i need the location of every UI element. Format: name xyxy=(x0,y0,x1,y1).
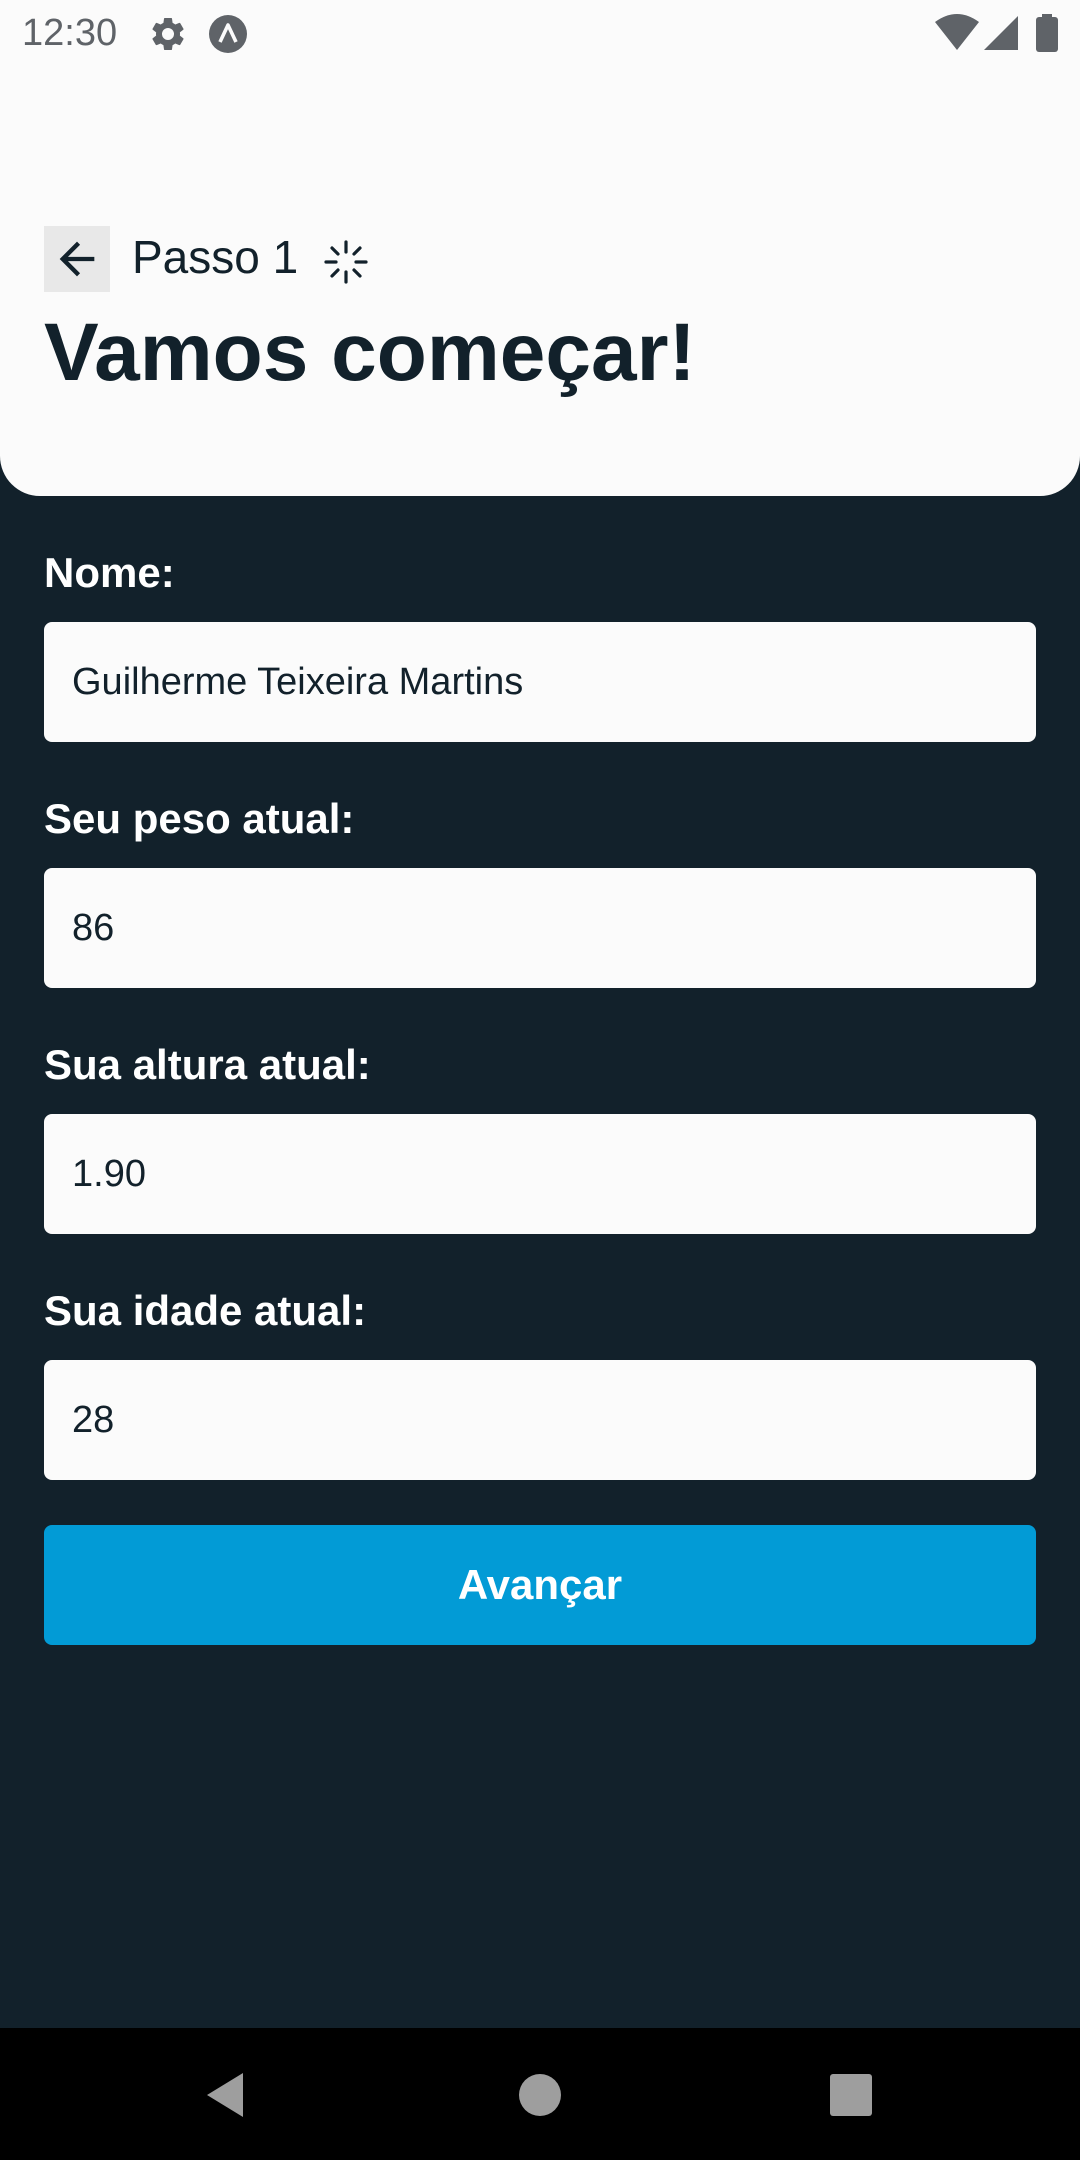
status-time: 12:30 xyxy=(22,12,118,54)
back-triangle-icon[interactable] xyxy=(190,2060,260,2130)
back-button[interactable] xyxy=(44,226,110,292)
age-field[interactable] xyxy=(44,1360,1036,1480)
status-bar: 12:30 xyxy=(0,0,1080,66)
weight-field[interactable] xyxy=(44,868,1036,988)
height-label: Sua altura atual: xyxy=(44,1041,371,1088)
name-field[interactable] xyxy=(44,622,1036,742)
navigation-bar xyxy=(0,2028,1080,2160)
app-screen: 12:30 Passo 1 Vamos começar! Nome: Guilh… xyxy=(0,0,1080,2160)
header-card: Passo 1 Vamos começar! xyxy=(0,66,1080,496)
battery-icon xyxy=(1036,14,1058,54)
page-title: Vamos começar! xyxy=(44,307,696,398)
height-field[interactable] xyxy=(44,1114,1036,1234)
age-label: Sua idade atual: xyxy=(44,1287,367,1334)
app-notification-icon xyxy=(208,14,248,54)
home-circle-icon[interactable] xyxy=(505,2060,575,2130)
name-label: Nome: xyxy=(44,549,175,596)
recents-square-icon[interactable] xyxy=(816,2060,886,2130)
wifi-icon xyxy=(934,14,980,54)
weight-label: Seu peso atual: xyxy=(44,795,355,842)
step-label: Passo 1 xyxy=(132,231,299,283)
signal-icon xyxy=(982,14,1020,54)
next-button[interactable]: Avançar xyxy=(44,1525,1036,1645)
arrow-left-icon xyxy=(51,233,103,285)
loading-spinner-icon xyxy=(322,238,370,286)
gear-icon xyxy=(148,14,188,54)
